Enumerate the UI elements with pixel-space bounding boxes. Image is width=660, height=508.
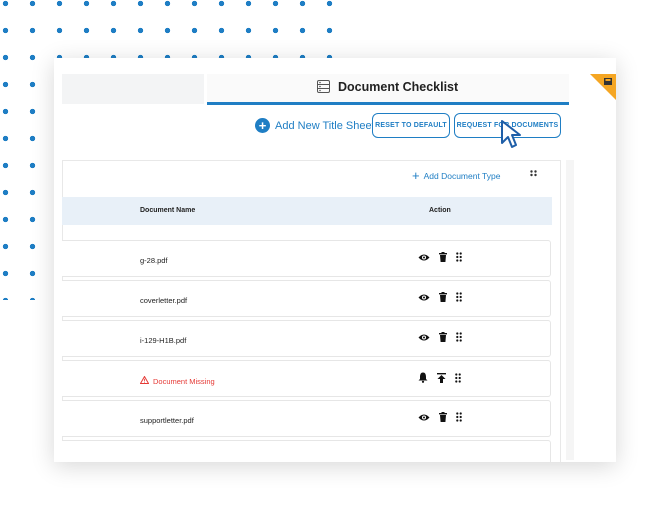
table-row: Document Missing: [62, 360, 551, 397]
row-actions: [418, 332, 462, 342]
warning-icon: [139, 375, 150, 386]
printer-badge[interactable]: [590, 74, 616, 100]
mouse-cursor-icon: [501, 120, 521, 148]
table-row: coverletter.pdf: [62, 280, 551, 317]
bell-icon[interactable]: [418, 372, 428, 383]
document-missing-status: Document Missing: [139, 375, 215, 386]
document-name[interactable]: supportletter.pdf: [140, 416, 194, 425]
document-name[interactable]: g-28.pdf: [140, 256, 168, 265]
document-name-label: supportletter.pdf: [140, 416, 194, 425]
add-title-sheet-button[interactable]: + Add New Title Sheet: [255, 118, 375, 133]
drag-handle-icon[interactable]: [456, 412, 462, 422]
add-document-type-label: Add Document Type: [423, 170, 501, 181]
table-row: supportletter.pdf: [62, 400, 551, 437]
row-actions: [418, 412, 462, 422]
plus-icon: +: [412, 168, 420, 183]
inactive-tab[interactable]: [62, 74, 204, 104]
column-header-document-name: Document Name: [140, 207, 196, 214]
plus-circle-icon: +: [255, 118, 270, 133]
document-name-label: Document Missing: [153, 376, 215, 386]
table-row: [62, 440, 551, 462]
add-document-type-button[interactable]: + Add Document Type: [412, 168, 501, 183]
app-window: Document Checklist + Add New Title Sheet…: [54, 58, 616, 462]
drag-handle-icon[interactable]: [456, 292, 462, 302]
trash-icon[interactable]: [439, 292, 447, 302]
document-name-label: g-28.pdf: [140, 256, 168, 265]
row-actions: [418, 252, 462, 262]
trash-icon[interactable]: [439, 412, 447, 422]
eye-icon[interactable]: [418, 253, 430, 262]
drag-handle-icon[interactable]: [456, 252, 462, 262]
eye-icon[interactable]: [418, 333, 430, 342]
table-row: i-129-H1B.pdf: [62, 320, 551, 357]
server-list-icon: [317, 80, 330, 98]
row-actions: [418, 372, 461, 383]
drag-handle-icon[interactable]: [455, 372, 461, 383]
drag-handle-icon[interactable]: [530, 170, 537, 180]
drag-handle-icon[interactable]: [456, 332, 462, 342]
document-name-label: i-129-H1B.pdf: [140, 336, 187, 345]
eye-icon[interactable]: [418, 293, 430, 302]
upload-icon[interactable]: [437, 372, 446, 383]
table-row: g-28.pdf: [62, 240, 551, 277]
document-name-label: coverletter.pdf: [140, 296, 188, 305]
trash-icon[interactable]: [439, 332, 447, 342]
add-title-sheet-label: Add New Title Sheet: [275, 119, 375, 132]
tab-title: Document Checklist: [338, 80, 459, 94]
scrollbar[interactable]: [566, 160, 574, 460]
column-header-action: Action: [429, 207, 451, 214]
document-name[interactable]: coverletter.pdf: [140, 296, 187, 305]
document-name[interactable]: i-129-H1B.pdf: [140, 336, 186, 345]
eye-icon[interactable]: [418, 413, 430, 422]
row-actions: [418, 292, 462, 302]
trash-icon[interactable]: [439, 252, 447, 262]
table-header: [62, 197, 552, 225]
reset-to-default-button[interactable]: RESET TO DEFAULT: [372, 113, 450, 138]
